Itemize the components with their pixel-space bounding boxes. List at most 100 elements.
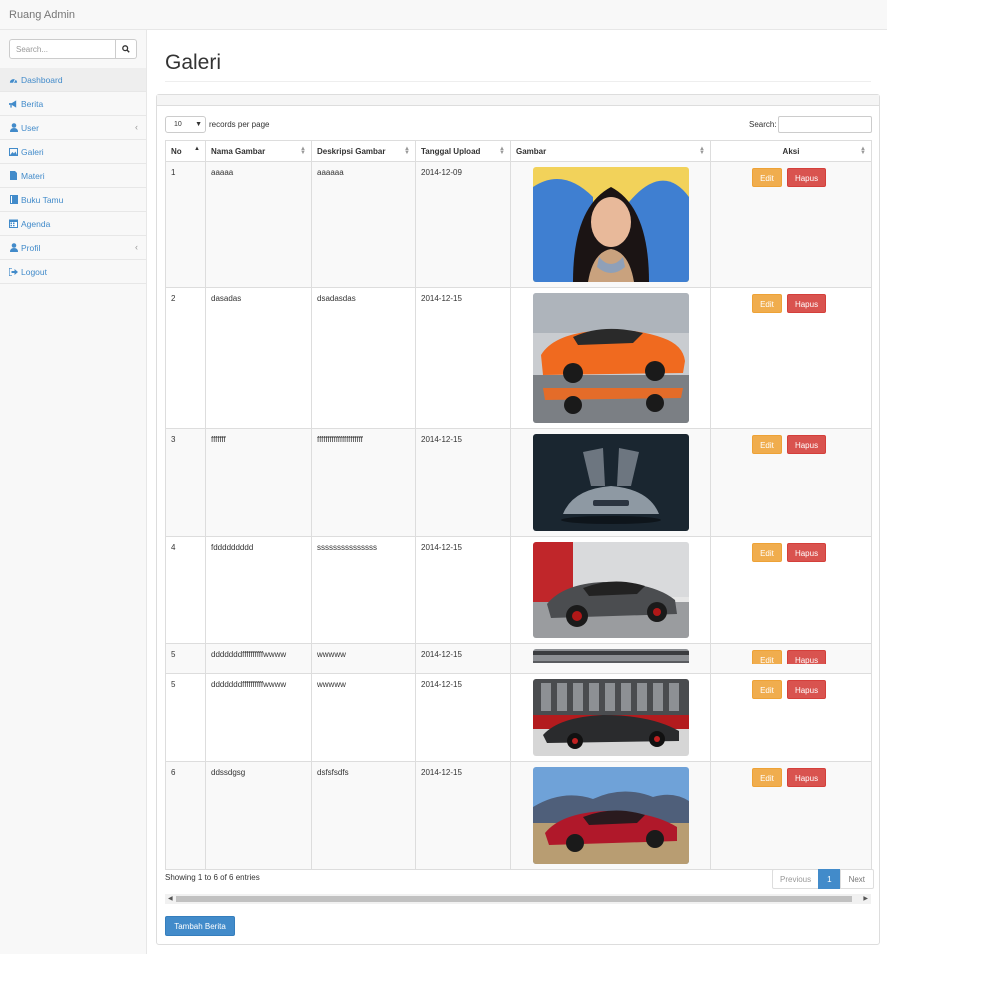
gallery-thumbnail-black-car[interactable] bbox=[532, 679, 689, 756]
column-header-aksi[interactable]: Aksi ▲ ▼ bbox=[710, 140, 872, 162]
cell-gambar bbox=[510, 428, 711, 537]
delete-button[interactable]: Hapus bbox=[787, 543, 826, 562]
sidebar-item-galeri[interactable]: Galeri bbox=[0, 140, 146, 164]
sidebar-search bbox=[9, 39, 137, 59]
sidebar-item-logout[interactable]: Logout bbox=[0, 260, 146, 284]
cell-tanggal: 2014-12-15 bbox=[415, 673, 511, 762]
search-input[interactable] bbox=[9, 39, 116, 59]
edit-button[interactable]: Edit bbox=[752, 435, 782, 454]
sort-icon: ▲ ▼ bbox=[499, 146, 505, 156]
chevron-left-icon: ‹ bbox=[135, 122, 138, 132]
column-header-gambar[interactable]: Gambar ▲ ▼ bbox=[510, 140, 711, 162]
table-row: 1 aaaaa aaaaaa 2014-12-09 Edit Hapus bbox=[165, 161, 872, 288]
edit-button[interactable]: Edit bbox=[752, 680, 782, 699]
cell-nama: ddssdgsg bbox=[205, 761, 312, 870]
caret-down-icon: ▼ bbox=[195, 121, 202, 128]
pagination: Previous 1 Next bbox=[772, 869, 875, 889]
cell-no: 2 bbox=[165, 287, 206, 429]
search-button[interactable] bbox=[116, 39, 137, 59]
sidebar-item-label: Profil bbox=[21, 242, 41, 253]
thumbnail-clip bbox=[512, 649, 710, 663]
cell-gambar bbox=[510, 161, 711, 288]
sidebar-item-label: Logout bbox=[21, 266, 47, 277]
user-icon bbox=[9, 123, 18, 132]
gallery-thumbnail-orange-car[interactable] bbox=[532, 293, 689, 423]
delete-button[interactable]: Hapus bbox=[787, 650, 826, 664]
scroll-left-icon[interactable]: ◀ bbox=[168, 895, 173, 902]
brand[interactable]: Ruang Admin bbox=[9, 9, 75, 21]
cell-nama: fffffff bbox=[205, 428, 312, 537]
cell-tanggal: 2014-12-09 bbox=[415, 161, 511, 288]
records-per-page-select[interactable]: 10 ▼ bbox=[165, 116, 206, 133]
column-header-no[interactable]: No ▲ bbox=[165, 140, 206, 162]
cell-tanggal: 2014-12-15 bbox=[415, 536, 511, 644]
sidebar-nav: Dashboard Berita User ‹ Galeri Materi Bu… bbox=[0, 68, 146, 284]
delete-button[interactable]: Hapus bbox=[787, 680, 826, 699]
cell-deskripsi: wwwww bbox=[311, 643, 416, 674]
column-header-nama[interactable]: Nama Gambar ▲ ▼ bbox=[205, 140, 312, 162]
sidebar-item-label: Materi bbox=[21, 170, 45, 181]
cell-nama: fddddddddd bbox=[205, 536, 312, 644]
pagination-page-1[interactable]: 1 bbox=[818, 869, 841, 889]
delete-button[interactable]: Hapus bbox=[787, 768, 826, 787]
records-per-page-value: 10 bbox=[174, 121, 182, 128]
cell-aksi: Edit Hapus bbox=[710, 643, 872, 674]
delete-button[interactable]: Hapus bbox=[787, 168, 826, 187]
table-row: 2 dasadas dsadasdas 2014-12-15 Edit Hapus bbox=[165, 287, 872, 429]
picture-icon bbox=[9, 147, 18, 156]
gallery-thumbnail-silver-car[interactable] bbox=[532, 434, 689, 531]
edit-button[interactable]: Edit bbox=[752, 543, 782, 562]
table-row: 4 fddddddddd sssssssssssssss 2014-12-15 … bbox=[165, 536, 872, 644]
file-icon bbox=[9, 171, 18, 180]
sign-out-icon bbox=[9, 267, 18, 276]
add-button[interactable]: Tambah Berita bbox=[165, 916, 235, 936]
table-row: 5 dddddddffffffffffwwww wwwww 2014-12-15… bbox=[165, 673, 872, 762]
cell-aksi: Edit Hapus bbox=[710, 673, 872, 762]
pagination-previous[interactable]: Previous bbox=[772, 869, 820, 889]
cell-nama: dddddddffffffffffwwww bbox=[205, 673, 312, 762]
sidebar-item-materi[interactable]: Materi bbox=[0, 164, 146, 188]
sidebar-item-profil[interactable]: Profil ‹ bbox=[0, 236, 146, 260]
edit-button[interactable]: Edit bbox=[752, 168, 782, 187]
edit-button[interactable]: Edit bbox=[752, 650, 782, 664]
cell-nama: aaaaa bbox=[205, 161, 312, 288]
cell-no: 3 bbox=[165, 428, 206, 537]
pagination-next[interactable]: Next bbox=[839, 869, 875, 889]
sidebar-item-berita[interactable]: Berita bbox=[0, 92, 146, 116]
cell-gambar bbox=[510, 761, 711, 870]
horizontal-scrollbar[interactable]: ◀ ▶ bbox=[165, 894, 871, 904]
sidebar-item-dashboard[interactable]: Dashboard bbox=[0, 68, 146, 92]
delete-button[interactable]: Hapus bbox=[787, 435, 826, 454]
cell-gambar bbox=[510, 287, 711, 429]
column-header-tanggal[interactable]: Tanggal Upload ▲ ▼ bbox=[415, 140, 511, 162]
cell-deskripsi: dsfsfsdfs bbox=[311, 761, 416, 870]
table-row: 5 dddddddffffffffffwwww wwwww 2014-12-15… bbox=[165, 643, 872, 674]
cell-no: 1 bbox=[165, 161, 206, 288]
top-navbar: Ruang Admin bbox=[0, 0, 887, 30]
actions-clip: Edit Hapus bbox=[752, 650, 871, 664]
gallery-thumbnail-black-car[interactable] bbox=[532, 649, 689, 663]
scroll-right-icon[interactable]: ▶ bbox=[863, 895, 868, 902]
gallery-thumbnail-red-sedan[interactable] bbox=[532, 767, 689, 864]
cell-gambar bbox=[510, 536, 711, 644]
column-header-deskripsi[interactable]: Deskripsi Gambar ▲ ▼ bbox=[311, 140, 416, 162]
gallery-thumbnail-grey-car[interactable] bbox=[532, 542, 689, 638]
edit-button[interactable]: Edit bbox=[752, 294, 782, 313]
gallery-thumbnail-portrait[interactable] bbox=[532, 167, 689, 282]
sidebar-item-user[interactable]: User ‹ bbox=[0, 116, 146, 140]
table-search-input[interactable] bbox=[777, 116, 872, 133]
delete-button[interactable]: Hapus bbox=[787, 294, 826, 313]
sidebar-item-label: Buku Tamu bbox=[21, 194, 64, 205]
edit-button[interactable]: Edit bbox=[752, 768, 782, 787]
cell-aksi: Edit Hapus bbox=[710, 761, 872, 870]
cell-no: 5 bbox=[165, 673, 206, 762]
sidebar-item-buku-tamu[interactable]: Buku Tamu bbox=[0, 188, 146, 212]
panel-heading bbox=[157, 95, 879, 106]
divider bbox=[165, 81, 871, 82]
sidebar-item-agenda[interactable]: Agenda bbox=[0, 212, 146, 236]
sort-icon: ▲ ▼ bbox=[404, 146, 410, 156]
scrollbar-thumb[interactable] bbox=[176, 896, 852, 902]
dashboard-icon bbox=[9, 75, 18, 84]
chevron-left-icon: ‹ bbox=[135, 242, 138, 252]
cell-tanggal: 2014-12-15 bbox=[415, 761, 511, 870]
